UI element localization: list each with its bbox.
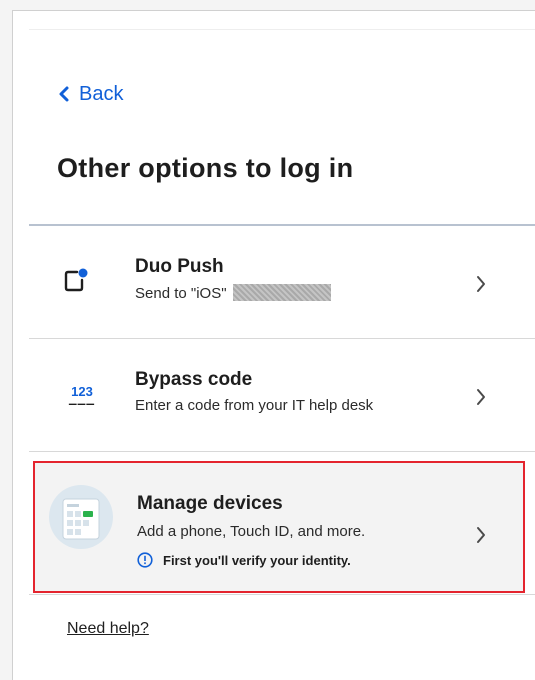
back-link[interactable]: Back [57,81,123,107]
code-icon: 123 ‒‒‒ [65,385,99,411]
device-screen-icon [62,498,100,540]
option-manage-devices[interactable]: Manage devices Add a phone, Touch ID, an… [33,461,525,593]
phone-push-icon [64,268,88,292]
option-title: Bypass code [135,369,253,390]
verify-notice-text: First you'll verify your identity. [163,552,351,568]
option-subtitle: Enter a code from your IT help desk [135,397,374,414]
footer-divider [29,594,535,595]
option-subtitle: Add a phone, Touch ID, and more. [137,523,366,540]
page-title: Other options to log in [57,153,354,183]
chevron-right-icon [477,276,485,292]
back-label: Back [79,82,124,105]
code-icon-dashes: ‒‒‒ [68,395,96,411]
option-subtitle: Send to "iOS" [135,284,331,302]
option-duo-push[interactable]: Duo Push Send to "iOS" [29,226,535,338]
option-divider [29,451,535,452]
device-management-illustration [49,485,113,549]
verify-notice: First you'll verify your identity. [137,552,351,568]
option-title: Duo Push [135,256,224,277]
chevron-left-icon [59,86,69,102]
redacted-device-name [232,284,331,301]
login-options-panel: Back Other options to log in Duo Push Se… [12,10,535,680]
chevron-right-icon [477,389,485,405]
option-subtitle-text: Send to "iOS" [135,285,227,302]
top-divider [29,29,535,30]
need-help-link[interactable]: Need help? [67,620,149,638]
info-icon [137,552,153,568]
option-bypass-code[interactable]: 123 ‒‒‒ Bypass code Enter a code from yo… [29,339,535,451]
option-title: Manage devices [137,493,283,514]
chevron-right-icon [477,527,485,543]
